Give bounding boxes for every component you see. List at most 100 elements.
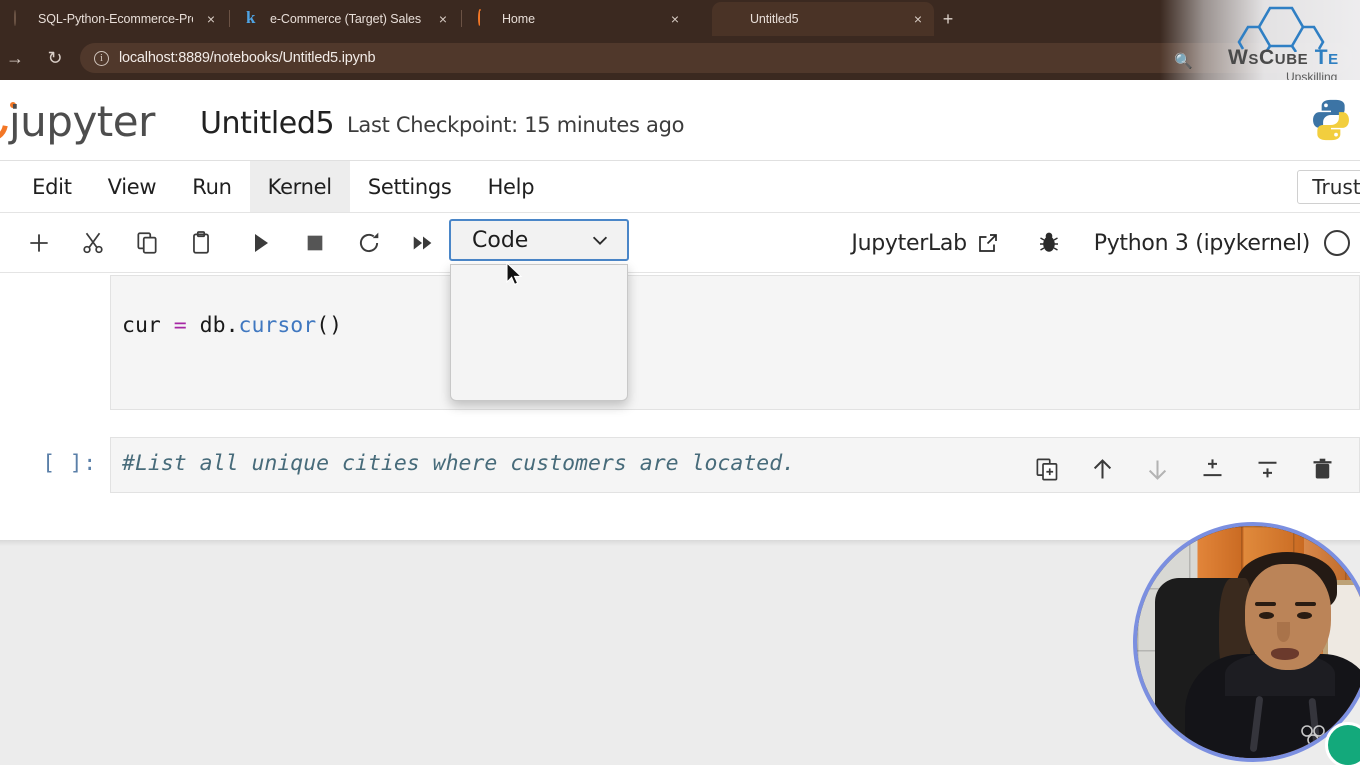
notebook-title[interactable]: Untitled5 [200, 106, 335, 141]
cell-prompt: [ ]: [42, 451, 97, 475]
clipboard-icon [193, 230, 209, 254]
menu-edit[interactable]: Edit [14, 161, 89, 212]
code-token-comment: #List all unique cities where customers … [122, 451, 796, 476]
webcam-eye-left [1259, 612, 1274, 619]
notebook-icon [726, 11, 742, 27]
menu-view[interactable]: View [90, 161, 175, 212]
browser-tab-3-active[interactable]: Untitled5 × [712, 2, 934, 36]
info-icon[interactable]: i [94, 50, 109, 66]
jupyter-menu-bar: le Edit View Run Kernel Settings Help Tr… [0, 161, 1360, 213]
mouse-cursor [506, 262, 523, 286]
tab-close-button[interactable]: × [433, 9, 453, 29]
webcam-brow-right [1295, 602, 1316, 606]
webcam-eye-right [1297, 612, 1312, 619]
webcam-nose [1277, 622, 1290, 642]
jupyterlab-label: JupyterLab [851, 230, 967, 256]
menu-settings[interactable]: Settings [350, 161, 470, 212]
insert-cell-below-button[interactable] [1240, 447, 1295, 491]
cell-type-select[interactable]: Code [449, 219, 629, 261]
restart-circular-arrow-icon [359, 232, 379, 252]
jupyter-icon [478, 9, 494, 27]
code-cell-2[interactable]: [ ]: #List all unique cities where custo… [0, 437, 1360, 494]
stop-square-icon [307, 235, 323, 250]
arrow-down-icon [1148, 460, 1167, 480]
tab-title: Untitled5 [750, 12, 799, 26]
browser-tab-1[interactable]: k e-Commerce (Target) Sales Dat × [232, 2, 459, 36]
python-icon [1313, 99, 1349, 141]
insert-below-icon [1258, 461, 1277, 477]
tab-title: e-Commerce (Target) Sales Dat [270, 12, 425, 26]
webcam-mouth [1271, 648, 1299, 660]
jupyter-logo[interactable]: jupyter [0, 92, 177, 150]
notebook-toolbar: Code JupyterLab Python 3 (ipykernel) [0, 213, 1360, 273]
move-cell-down-button[interactable] [1130, 447, 1185, 491]
insert-above-icon [1203, 458, 1222, 476]
trash-icon [1313, 458, 1332, 478]
play-icon [255, 233, 268, 252]
tab-title: SQL-Python-Ecommerce-Projec [38, 12, 193, 26]
insert-cell-above-button[interactable] [1185, 447, 1240, 491]
forward-arrow-icon[interactable]: → [0, 43, 30, 73]
tab-divider [461, 9, 462, 27]
chevron-down-icon [592, 236, 608, 245]
webcam-brow-left [1255, 602, 1276, 606]
copy-cell-button[interactable] [120, 222, 174, 264]
scissors-icon [83, 232, 103, 253]
move-cell-up-button[interactable] [1075, 447, 1130, 491]
browser-tab-strip: SQL-Python-Ecommerce-Projec × k e-Commer… [0, 0, 1360, 36]
debugger-button[interactable] [1022, 222, 1076, 264]
browser-chrome: SQL-Python-Ecommerce-Projec × k e-Commer… [0, 0, 1360, 80]
code-cell-1[interactable]: cur = db.cursor() [0, 275, 1360, 410]
tab-close-button[interactable]: × [201, 9, 221, 29]
kaggle-icon: k [246, 8, 256, 27]
open-jupyterlab-link[interactable]: JupyterLab [851, 231, 1021, 256]
copy-icon [137, 231, 157, 254]
browser-tab-2[interactable]: Home × [464, 2, 712, 36]
jupyter-logo-text: jupyter [9, 97, 155, 146]
menu-file[interactable]: le [0, 161, 14, 212]
code-token: cur [122, 313, 174, 338]
paste-cell-button[interactable] [174, 222, 228, 264]
run-cell-button[interactable] [234, 222, 288, 264]
github-icon [14, 10, 30, 27]
jupyter-header: jupyter Untitled5 Last Checkpoint: 15 mi… [0, 80, 1360, 161]
cut-cell-button[interactable] [66, 222, 120, 264]
duplicate-cell-button[interactable] [1020, 447, 1075, 491]
restart-kernel-button[interactable] [342, 222, 396, 264]
reload-icon[interactable]: ↻ [40, 43, 70, 73]
toolbar-right-group: JupyterLab Python 3 (ipykernel) [851, 213, 1354, 273]
cell-code-editor[interactable]: cur = db.cursor() [110, 275, 1360, 410]
cell-action-toolbar [1020, 447, 1350, 491]
cell-type-dropdown-panel[interactable] [450, 264, 628, 401]
arrow-up-icon [1093, 458, 1112, 478]
fast-forward-icon [413, 236, 432, 249]
interrupt-kernel-button[interactable] [288, 222, 342, 264]
bug-icon [1039, 232, 1058, 252]
kernel-name-label[interactable]: Python 3 (ipykernel) [1076, 231, 1324, 256]
cell-prompt [0, 275, 110, 289]
last-checkpoint-label: Last Checkpoint: 15 minutes ago [347, 113, 685, 137]
new-tab-button[interactable]: + [934, 5, 962, 33]
tab-close-button[interactable]: × [908, 9, 928, 29]
code-token-operator: = [173, 313, 187, 338]
restart-run-all-button[interactable] [396, 222, 450, 264]
code-token: () [316, 313, 343, 338]
delete-cell-button[interactable] [1295, 447, 1350, 491]
code-token: db. [186, 313, 239, 338]
menu-run[interactable]: Run [174, 161, 249, 212]
kernel-idle-circle-icon[interactable] [1324, 230, 1350, 256]
presenter-webcam [1133, 522, 1360, 762]
insert-cell-button[interactable] [12, 222, 66, 264]
menu-kernel[interactable]: Kernel [249, 161, 350, 212]
tab-divider [229, 9, 230, 27]
menu-help[interactable]: Help [470, 161, 553, 212]
notebook-body: cur = db.cursor() [ ]: #List all unique … [0, 273, 1360, 540]
external-link-icon [978, 234, 997, 252]
duplicate-icon [1036, 458, 1058, 480]
cell-type-value: Code [472, 227, 529, 253]
browser-tab-0[interactable]: SQL-Python-Ecommerce-Projec × [0, 2, 227, 36]
address-bar[interactable]: i localhost:8889/notebooks/Untitled5.ipy… [80, 43, 1352, 73]
address-bar-url: localhost:8889/notebooks/Untitled5.ipynb [119, 50, 376, 66]
tab-close-button[interactable]: × [665, 9, 685, 29]
trusted-status-badge[interactable]: Truste [1297, 170, 1360, 204]
